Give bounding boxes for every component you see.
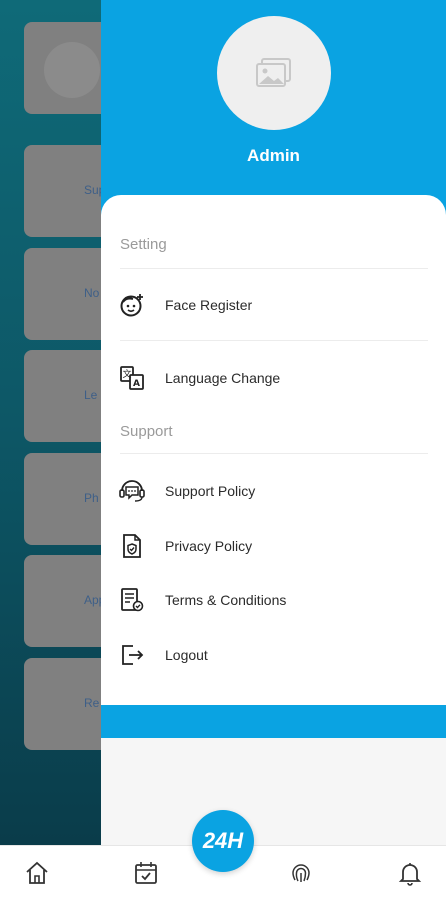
terms-document-icon (118, 586, 146, 614)
support-headset-icon (118, 477, 146, 505)
image-placeholder-icon (256, 58, 291, 87)
menu-item-label: Face Register (165, 297, 253, 313)
menu-item-face-register[interactable]: Face Register (101, 283, 446, 327)
privacy-document-icon (118, 532, 146, 560)
background-card-label: Ph (84, 491, 99, 505)
svg-text:文: 文 (122, 368, 131, 380)
menu-item-label: Logout (165, 647, 208, 663)
profile-name: Admin (247, 146, 300, 165)
drawer-footer-band (101, 705, 446, 738)
menu-item-language-change[interactable]: 文 A Language Change (101, 356, 446, 400)
fingerprint-icon (292, 864, 310, 882)
divider (120, 340, 428, 341)
menu-item-label: Language Change (165, 370, 281, 386)
menu-item-label: Support Policy (165, 483, 256, 499)
background-card-label: Re (84, 696, 100, 710)
menu-item-terms-conditions[interactable]: Terms & Conditions (101, 578, 446, 622)
calendar-check-icon (135, 862, 157, 884)
menu-card: Setting Face Register 文 A Language Chang… (101, 195, 446, 705)
nav-notifications[interactable] (395, 858, 425, 888)
menu-item-label: Privacy Policy (165, 538, 253, 554)
menu-item-support-policy[interactable]: Support Policy (101, 469, 446, 513)
nav-attendance[interactable] (131, 858, 161, 888)
bell-icon (398, 863, 422, 886)
divider (120, 453, 428, 454)
svg-text:A: A (133, 379, 140, 389)
nav-home[interactable] (22, 858, 52, 888)
navigation-drawer: Admin Setting Face Register 文 A Language… (101, 0, 446, 845)
translate-icon: 文 A (118, 364, 146, 392)
menu-item-logout[interactable]: Logout (101, 633, 446, 677)
background-card-label: Le (84, 388, 98, 402)
menu-item-privacy-policy[interactable]: Privacy Policy (101, 524, 446, 568)
background-card-label: No (84, 286, 100, 300)
fab-label: 24H (202, 828, 244, 853)
face-add-icon (118, 291, 146, 319)
background-avatar (44, 42, 100, 98)
logout-icon (118, 641, 146, 669)
home-icon (26, 861, 48, 884)
divider (120, 268, 428, 269)
nav-fingerprint[interactable] (286, 858, 316, 888)
menu-item-label: Terms & Conditions (165, 592, 287, 608)
fab-24h-button[interactable]: 24H (192, 810, 254, 872)
section-title-setting: Setting (120, 236, 167, 253)
section-title-support: Support (120, 423, 173, 440)
profile-photo[interactable] (217, 16, 331, 130)
